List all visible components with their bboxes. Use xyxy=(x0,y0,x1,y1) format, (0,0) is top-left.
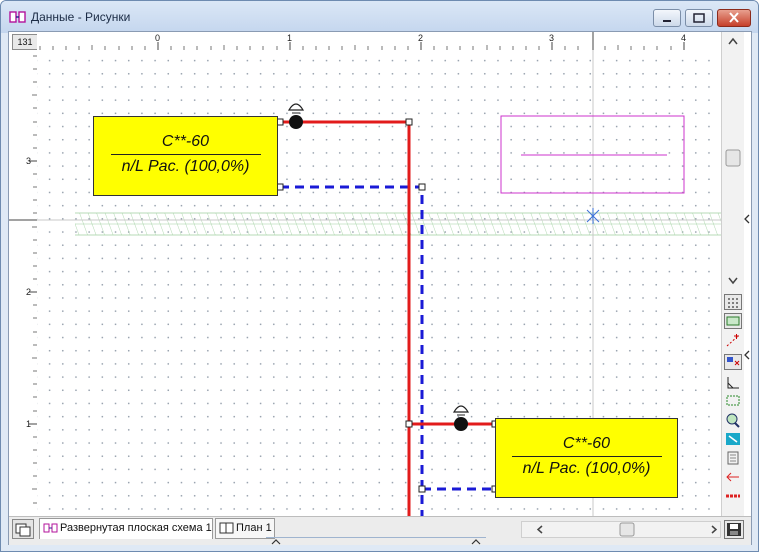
drawing-canvas[interactable]: C**-60 n/L Рас. (100,0%) C**-60 n/L Рас.… xyxy=(37,50,721,516)
ruler-v-label: 1 xyxy=(26,419,32,429)
window-title: Данные - Рисунки xyxy=(31,10,131,24)
ruler-h-label: 3 xyxy=(549,33,555,43)
tab-label: Развернутая плоская схема 1 xyxy=(60,522,212,534)
dashed-pipe[interactable] xyxy=(280,185,494,516)
hscroll-graphics xyxy=(536,522,718,537)
horizontal-scrollbar[interactable] xyxy=(521,521,721,538)
grid-tool-icon[interactable] xyxy=(724,294,742,310)
sheets-icon xyxy=(15,523,31,537)
close-icon xyxy=(729,12,739,23)
sprinkler-icon[interactable] xyxy=(452,405,470,431)
title-bar: Данные - Рисунки xyxy=(1,1,758,33)
sheet-list-button[interactable] xyxy=(12,519,34,539)
app-window: Данные - Рисунки 131 0 1 2 3 4 3 2 1 C**… xyxy=(0,0,759,552)
save-icon xyxy=(727,523,741,536)
pipe-label-divider xyxy=(110,154,261,155)
ruler-v-label: 3 xyxy=(26,156,32,166)
red-pipe[interactable] xyxy=(280,120,495,516)
red-dash-icon[interactable] xyxy=(724,488,742,504)
vertical-ruler-ticks xyxy=(9,55,37,504)
vertical-scrollbar[interactable] xyxy=(721,32,744,292)
zoom-icon[interactable] xyxy=(724,412,742,428)
tab-label: План 1 xyxy=(236,522,272,534)
drawing-area: 131 0 1 2 3 4 3 2 1 C**-60 n/L Рас. (100… xyxy=(8,31,752,545)
pipe-label-line1: C**-60 xyxy=(161,133,210,150)
fit-icon[interactable] xyxy=(724,431,742,447)
node-tool-icon[interactable] xyxy=(724,354,742,370)
app-icon xyxy=(9,11,26,23)
tab-flat-scheme[interactable]: Развернутая плоская схема 1 xyxy=(39,518,213,539)
tab-plan[interactable]: План 1 xyxy=(215,518,275,539)
snap-tool-icon[interactable] xyxy=(724,333,742,349)
maximize-button[interactable] xyxy=(685,9,713,27)
layer-tool-icon[interactable] xyxy=(724,313,742,329)
maximize-icon xyxy=(693,13,705,23)
vertical-ruler: 3 2 1 xyxy=(9,50,38,516)
hatch-icon[interactable] xyxy=(724,450,742,466)
horizontal-ruler-ticks xyxy=(39,32,685,50)
minimize-button[interactable] xyxy=(653,9,681,27)
frame-tool-icon[interactable] xyxy=(724,393,742,409)
splitter-arrows xyxy=(271,539,481,545)
pipe-label-divider xyxy=(511,456,662,457)
pipe-label-line2: n/L Рас. (100,0%) xyxy=(522,460,651,477)
minimize-icon xyxy=(663,20,671,22)
ruler-h-label: 4 xyxy=(681,33,687,43)
scheme-tab-icon xyxy=(43,523,58,533)
sprinkler-icon[interactable] xyxy=(287,103,305,129)
tool-strip xyxy=(721,292,744,516)
plan-tab-icon xyxy=(219,522,234,534)
ruler-v-label: 2 xyxy=(26,287,32,297)
ruler-h-label: 1 xyxy=(287,33,293,43)
ruler-h-label: 0 xyxy=(155,33,161,43)
angle-tool-icon[interactable] xyxy=(724,375,742,391)
scrollbar-graphics xyxy=(725,37,741,285)
selection-handles[interactable] xyxy=(276,118,499,493)
arrow-left-red-icon[interactable] xyxy=(724,469,742,485)
pipe-label-line2: n/L Рас. (100,0%) xyxy=(121,158,250,175)
ruler-h-label: 2 xyxy=(418,33,424,43)
hatched-band xyxy=(75,212,721,236)
pipe-label-top[interactable]: C**-60 n/L Рас. (100,0%) xyxy=(93,116,278,196)
side-collapse-arrows[interactable] xyxy=(742,213,752,363)
pipe-label-line1: C**-60 xyxy=(562,435,611,452)
pipe-label-bottom[interactable]: C**-60 n/L Рас. (100,0%) xyxy=(495,418,678,498)
save-button[interactable] xyxy=(724,520,744,539)
horizontal-ruler: 0 1 2 3 4 xyxy=(37,32,721,51)
bottom-splitter-grip[interactable] xyxy=(266,537,486,548)
ruler-corner-scale[interactable]: 131 xyxy=(12,34,38,50)
close-button[interactable] xyxy=(717,9,751,27)
